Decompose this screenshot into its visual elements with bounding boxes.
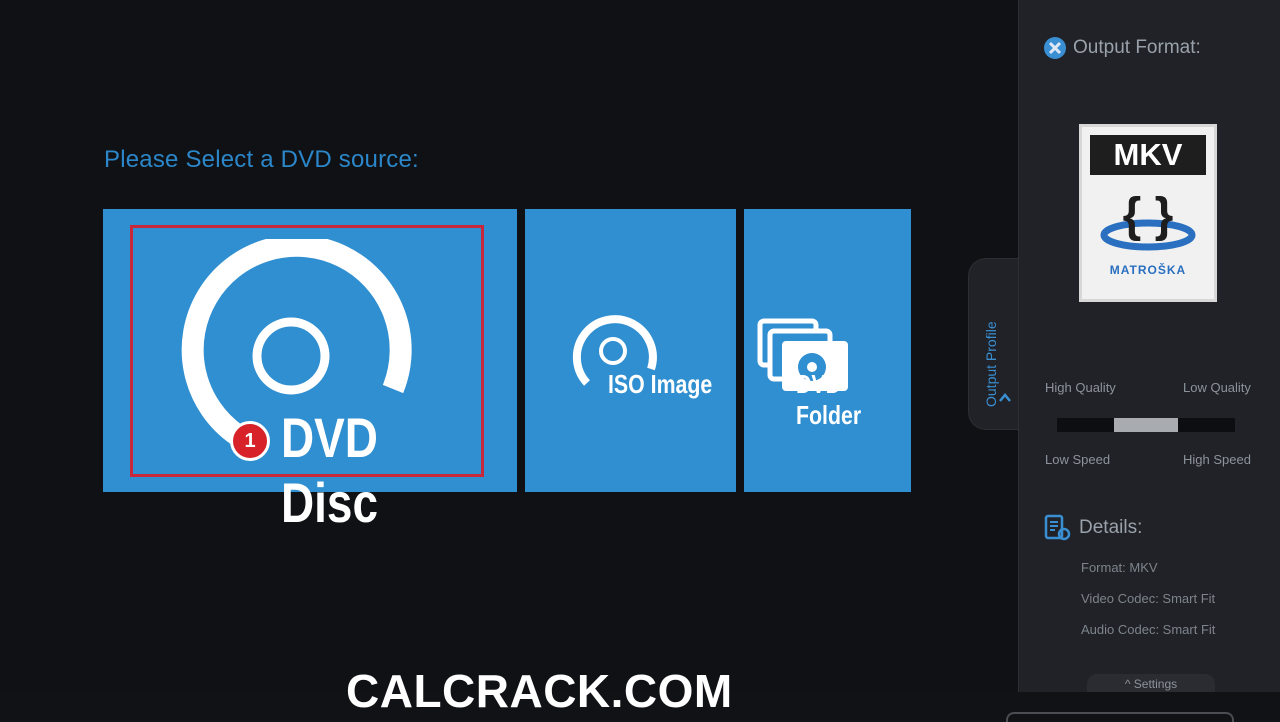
output-format-icon [1044,37,1066,59]
low-quality-label: Low Quality [1183,380,1251,395]
details-header: Details: [1043,514,1142,542]
format-card-brand: MATROŠKA [1109,263,1187,277]
dvd-disc-option[interactable]: 1 DVD Disc [103,209,517,534]
matroska-logo-icon: { } [1100,189,1196,251]
dvd-folder-label: DVD Folder [796,369,862,430]
iso-image-option[interactable]: ISO Image [525,209,736,492]
detail-video-codec: Video Codec: Smart Fit [1081,591,1216,606]
chevron-up-icon: ^ [1124,677,1134,691]
source-prompt: Please Select a DVD source: [104,146,419,173]
detail-format: Format: MKV [1081,560,1158,575]
chevron-up-icon [999,393,1011,402]
watermark-text: CALCRACK.COM [346,665,733,717]
detail-audio-codec: Audio Codec: Smart Fit [1081,622,1216,637]
output-format-title: Output Format: [1073,37,1201,58]
step-badge: 1 [230,421,270,461]
format-card-title: MKV [1090,135,1206,175]
output-format-header: Output Format: [1043,36,1201,60]
output-profile-label: Output Profile [983,321,999,407]
high-speed-label: High Speed [1183,452,1251,467]
mkv-format-card[interactable]: MKV { } MATROŠKA [1079,124,1217,302]
dvd-disc-label: DVD Disc [281,406,379,534]
iso-image-label: ISO Image [608,369,713,399]
source-area: Please Select a DVD source: 1 DVD Disc I… [0,0,1018,692]
bottom-control-fragment [1006,712,1234,722]
high-quality-label: High Quality [1045,380,1116,395]
output-panel: Output Format: MKV { } MATROŠKA High Qua… [1018,0,1280,692]
slider-thumb[interactable] [1114,418,1178,432]
details-icon [1044,514,1071,541]
output-profile-tab[interactable]: Output Profile [968,258,1019,430]
details-title: Details: [1079,517,1143,538]
quality-speed-slider[interactable] [1057,418,1235,432]
dvd-folder-option[interactable]: DVD Folder [744,209,911,492]
low-speed-label: Low Speed [1045,452,1111,467]
settings-label: Settings [1133,677,1178,691]
svg-text:{ }: { } [1123,189,1174,242]
settings-tab[interactable]: ^ Settings [1087,674,1215,692]
